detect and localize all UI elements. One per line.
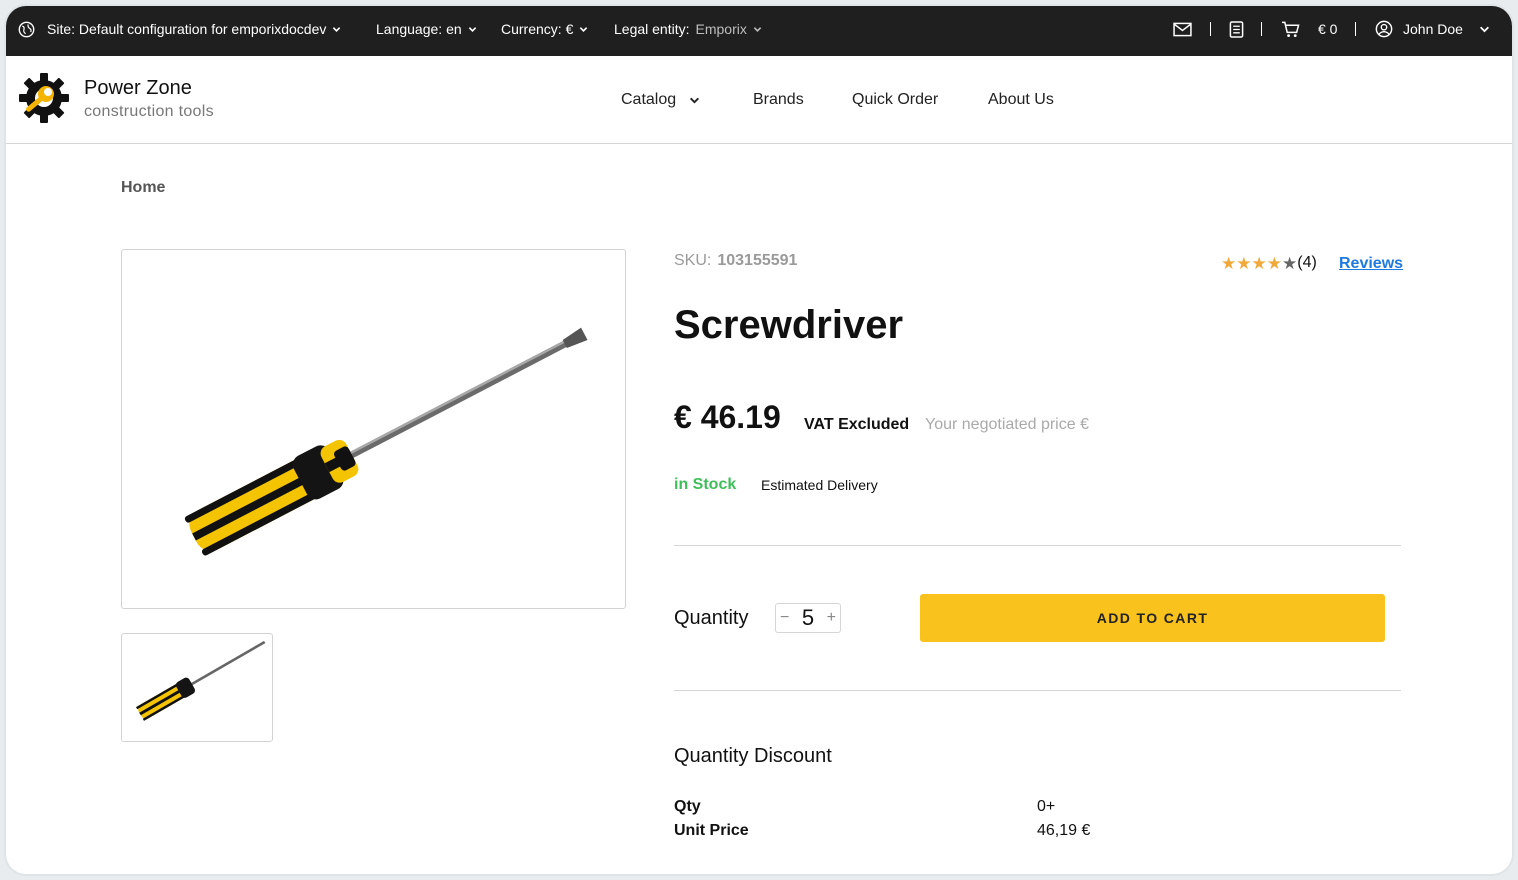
- legal-entity-value: Emporix: [695, 21, 747, 37]
- language-label: Language: en: [376, 21, 462, 37]
- nav-catalog[interactable]: Catalog: [621, 56, 700, 144]
- currency-label: Currency: €: [501, 21, 574, 37]
- chevron-down-icon: [333, 26, 341, 32]
- divider: [1261, 22, 1262, 36]
- quantity-value[interactable]: 5: [802, 605, 814, 631]
- quantity-decrease-button[interactable]: −: [780, 609, 789, 627]
- cart-button[interactable]: € 0: [1281, 6, 1337, 52]
- add-to-cart-button[interactable]: ADD TO CART: [920, 594, 1385, 642]
- quantity-increase-button[interactable]: +: [827, 609, 836, 627]
- user-name: John Doe: [1403, 21, 1463, 37]
- sku-value: 103155591: [717, 252, 798, 269]
- nav-quick-order-label: Quick Order: [852, 91, 939, 108]
- cart-icon: [1282, 21, 1300, 37]
- language-selector[interactable]: Language: en: [376, 6, 477, 52]
- cart-total: € 0: [1318, 21, 1338, 37]
- screwdriver-thumbnail-image: [136, 640, 266, 721]
- star-filled-icon: ★: [1221, 253, 1237, 273]
- currency-selector[interactable]: Currency: €: [501, 6, 588, 52]
- product-thumbnail[interactable]: [121, 633, 273, 742]
- nav-quick-order[interactable]: Quick Order: [852, 56, 938, 144]
- chevron-down-icon: [580, 26, 588, 32]
- chevron-down-icon: [468, 26, 476, 32]
- chevron-down-icon: [690, 97, 700, 103]
- star-filled-icon: ★: [1251, 253, 1267, 273]
- discount-unit-price-label: Unit Price: [674, 822, 749, 839]
- discount-qty-value: 0+: [1037, 798, 1056, 815]
- top-utility-bar: Site: Default configuration for emporixd…: [6, 6, 1512, 56]
- user-icon: [1375, 20, 1393, 38]
- nav-brands-label: Brands: [753, 91, 804, 108]
- quantity-label: Quantity: [674, 607, 749, 629]
- review-count: (4): [1297, 254, 1317, 271]
- product-main-image[interactable]: [121, 249, 626, 609]
- star-empty-icon: ★: [1282, 253, 1298, 273]
- brand-name[interactable]: Power Zone: [84, 77, 192, 100]
- sku: SKU: 103155591: [674, 252, 797, 270]
- legal-entity-prefix: Legal entity:: [614, 21, 690, 37]
- reviews-link[interactable]: Reviews: [1339, 255, 1403, 273]
- legal-entity-selector[interactable]: Legal entity: Emporix: [614, 6, 762, 52]
- sku-label: SKU:: [674, 252, 712, 269]
- divider: [1355, 22, 1356, 36]
- divider: [1210, 22, 1211, 36]
- star-filled-icon: ★: [1236, 253, 1252, 273]
- screwdriver-image: [184, 327, 588, 556]
- rating-stars: ★ ★ ★ ★ ★ (4): [1221, 254, 1317, 272]
- browser-frame: Site: Default configuration for emporixd…: [4, 4, 1514, 876]
- mail-button[interactable]: [1173, 6, 1192, 52]
- nav-about-us[interactable]: About Us: [988, 56, 1054, 144]
- negotiated-price-label: Your negotiated price €: [925, 416, 1089, 433]
- nav-catalog-label: Catalog: [621, 91, 677, 108]
- user-menu[interactable]: John Doe: [1375, 6, 1490, 52]
- mail-icon: [1173, 22, 1192, 36]
- product-price: € 46.19: [674, 399, 781, 435]
- site-selector[interactable]: Site: Default configuration for emporixd…: [18, 6, 341, 52]
- discount-unit-price-value: 46,19 €: [1037, 822, 1091, 839]
- estimated-delivery: Estimated Delivery: [761, 477, 878, 493]
- brand-tagline: construction tools: [84, 103, 214, 120]
- vat-label: VAT Excluded: [804, 416, 910, 433]
- stock-status: in Stock: [674, 476, 737, 493]
- globe-icon: [18, 21, 35, 37]
- breadcrumb-home[interactable]: Home: [121, 179, 165, 197]
- chevron-down-icon: [1479, 26, 1489, 32]
- nav-brands[interactable]: Brands: [753, 56, 804, 144]
- orders-button[interactable]: [1229, 6, 1244, 52]
- site-label: Site: Default configuration for emporixd…: [47, 21, 327, 37]
- site-header: Power Zone construction tools Catalog Br…: [6, 56, 1512, 144]
- star-filled-icon: ★: [1266, 253, 1282, 273]
- document-icon: [1229, 20, 1244, 38]
- discount-qty-label: Qty: [674, 798, 701, 815]
- logo-gear-wrench-icon[interactable]: [18, 72, 70, 124]
- divider: [674, 690, 1401, 691]
- quantity-stepper: − 5 +: [775, 603, 841, 633]
- product-title: Screwdriver: [674, 303, 904, 347]
- nav-about-us-label: About Us: [988, 91, 1054, 108]
- chevron-down-icon: [753, 26, 762, 32]
- quantity-discount-title: Quantity Discount: [674, 745, 832, 767]
- divider: [674, 545, 1401, 546]
